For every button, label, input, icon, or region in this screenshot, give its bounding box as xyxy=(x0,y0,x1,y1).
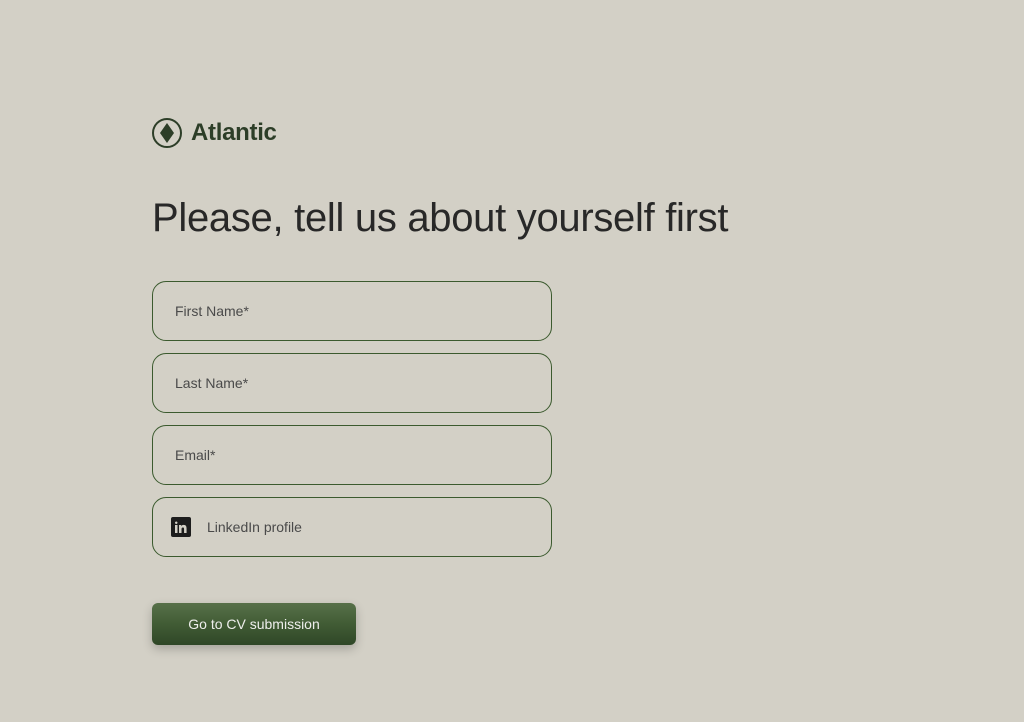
last-name-input[interactable] xyxy=(175,375,529,391)
linkedin-icon xyxy=(171,517,191,537)
last-name-field-wrap xyxy=(152,353,552,413)
brand-name: Atlantic xyxy=(191,119,277,147)
go-to-cv-submission-button[interactable]: Go to CV submission xyxy=(152,603,356,645)
diamond-icon xyxy=(160,123,174,143)
first-name-field-wrap xyxy=(152,281,552,341)
first-name-input[interactable] xyxy=(175,303,529,319)
email-input[interactable] xyxy=(175,447,529,463)
brand-icon xyxy=(152,118,182,148)
brand-logo: Atlantic xyxy=(152,118,1024,148)
linkedin-field-wrap xyxy=(152,497,552,557)
linkedin-input[interactable] xyxy=(207,519,529,535)
page-heading: Please, tell us about yourself first xyxy=(152,196,1024,241)
form-fields xyxy=(152,281,552,557)
email-field-wrap xyxy=(152,425,552,485)
